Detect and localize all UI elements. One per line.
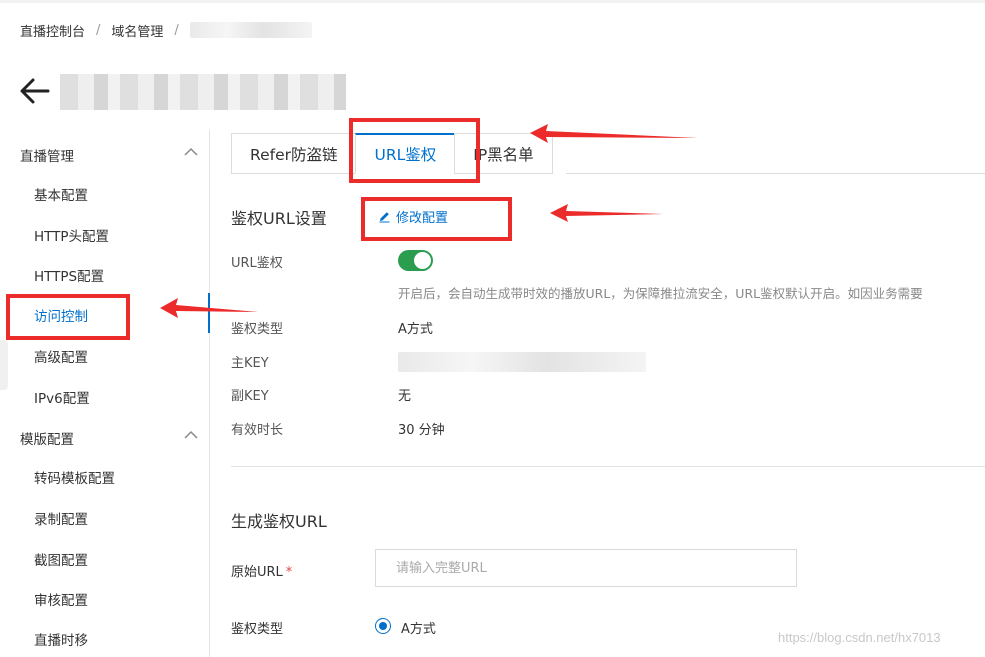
secondary-key-value: 无 xyxy=(398,389,412,404)
original-url-label: 原始URL * xyxy=(231,561,292,580)
top-border xyxy=(0,0,985,3)
sidebar-item-snapshot-config[interactable]: 截图配置 xyxy=(34,549,88,569)
breadcrumb-live-console[interactable]: 直播控制台 xyxy=(20,21,85,40)
sidebar-item-record-config[interactable]: 录制配置 xyxy=(34,508,88,528)
generate-auth-type-label: 鉴权类型 xyxy=(231,622,284,637)
sidebar xyxy=(0,130,210,657)
original-url-label-text: 原始URL xyxy=(231,565,283,580)
generate-auth-url-title: 生成鉴权URL xyxy=(231,512,327,531)
auth-type-value: A方式 xyxy=(398,322,433,337)
primary-key-redacted xyxy=(398,352,646,372)
auth-settings-title: 鉴权URL设置 xyxy=(231,209,327,228)
secondary-key-label: 副KEY xyxy=(231,389,269,404)
sidebar-item-advanced-config[interactable]: 高级配置 xyxy=(34,346,88,366)
valid-duration-value: 30 分钟 xyxy=(398,423,445,438)
sidebar-item-https-config[interactable]: HTTPS配置 xyxy=(34,265,104,285)
original-url-input[interactable] xyxy=(375,549,797,587)
page-title-redacted xyxy=(60,74,346,110)
annotation-box-access-control xyxy=(6,294,130,340)
toggle-knob xyxy=(414,252,431,269)
chevron-up-icon[interactable] xyxy=(184,147,198,157)
url-auth-toggle[interactable] xyxy=(398,250,433,271)
sidebar-item-time-shift[interactable]: 直播时移 xyxy=(34,629,88,649)
auth-type-radio-a-label[interactable]: A方式 xyxy=(401,618,436,637)
annotation-arrow-sidebar xyxy=(160,298,258,318)
url-auth-description: 开启后，会自动生成带时效的播放URL，为保障推拉流安全，URL鉴权默认开启。如因… xyxy=(398,286,923,301)
tab-refer-hotlink[interactable]: Refer防盗链 xyxy=(231,133,357,174)
breadcrumb-domain-redacted xyxy=(189,22,312,38)
radio-dot xyxy=(379,622,387,630)
sidebar-group-template-config[interactable]: 模版配置 xyxy=(20,428,74,448)
tab-bar-baseline xyxy=(566,173,985,174)
breadcrumb-separator: / xyxy=(96,22,101,38)
sidebar-item-review-config[interactable]: 审核配置 xyxy=(34,589,88,609)
chevron-up-icon[interactable] xyxy=(184,430,198,440)
annotation-arrow-edit xyxy=(550,204,664,222)
annotation-arrow-tab xyxy=(530,124,698,143)
section-divider xyxy=(231,466,985,467)
sidebar-group-live-management[interactable]: 直播管理 xyxy=(20,145,74,165)
sidebar-collapse-handle[interactable] xyxy=(0,340,8,390)
annotation-box-url-auth-tab xyxy=(349,118,480,183)
url-auth-label: URL鉴权 xyxy=(231,256,283,271)
breadcrumb-separator: / xyxy=(174,22,179,38)
sidebar-item-http-header-config[interactable]: HTTP头配置 xyxy=(34,225,109,245)
breadcrumb: 直播控制台 / 域名管理 / xyxy=(20,20,312,40)
back-arrow-icon[interactable] xyxy=(18,76,52,106)
sidebar-item-transcode-template[interactable]: 转码模板配置 xyxy=(34,467,115,487)
breadcrumb-domain-management[interactable]: 域名管理 xyxy=(111,21,163,40)
watermark: https://blog.csdn.net/hx7013 xyxy=(778,630,941,645)
sidebar-item-ipv6-config[interactable]: IPv6配置 xyxy=(34,387,90,407)
annotation-box-edit-config xyxy=(361,197,512,241)
sidebar-item-basic-config[interactable]: 基本配置 xyxy=(34,184,88,204)
primary-key-label: 主KEY xyxy=(231,356,269,371)
required-mark: * xyxy=(285,565,293,580)
auth-type-radio-a[interactable] xyxy=(375,618,391,634)
valid-duration-label: 有效时长 xyxy=(231,423,284,438)
sidebar-divider xyxy=(209,130,210,657)
